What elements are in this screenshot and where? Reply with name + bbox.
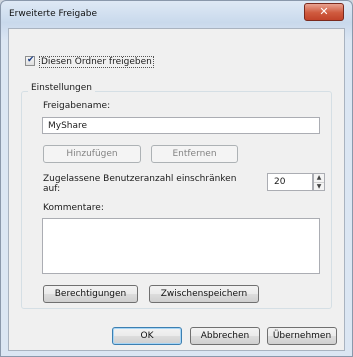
cancel-button[interactable]: Abbrechen — [190, 327, 260, 345]
share-name-label: Freigabename: — [43, 101, 111, 111]
dialog-window: Erweiterte Freigabe ✕ ✔ Diesen Ordner fr… — [0, 0, 353, 357]
spin-up-icon[interactable]: ▲ — [314, 174, 324, 183]
share-name-value: MyShare — [48, 121, 88, 131]
remove-button[interactable]: Entfernen — [151, 145, 238, 163]
share-name-input[interactable]: MyShare — [42, 117, 320, 134]
ok-button[interactable]: OK — [112, 327, 182, 345]
title-bar: Erweiterte Freigabe ✕ — [1, 1, 352, 27]
user-limit-spinner[interactable]: ▲ ▼ — [313, 173, 325, 191]
share-folder-checkbox[interactable]: ✔ — [25, 55, 35, 66]
user-limit-input[interactable]: 20 — [267, 173, 313, 191]
checkmark-icon: ✔ — [27, 55, 35, 65]
user-limit-label-cont: auf: — [43, 184, 61, 194]
spin-down-icon[interactable]: ▼ — [314, 183, 324, 191]
close-icon: ✕ — [319, 5, 329, 18]
user-limit-label: Zugelassene Benutzeranzahl einschränken — [43, 174, 237, 184]
add-button[interactable]: Hinzufügen — [43, 145, 141, 163]
comments-textarea[interactable] — [42, 218, 320, 274]
close-button[interactable]: ✕ — [304, 3, 344, 21]
apply-button[interactable]: Übernehmen — [267, 327, 337, 345]
user-limit-value: 20 — [274, 177, 286, 187]
comments-label: Kommentare: — [43, 203, 104, 213]
dialog-title: Erweiterte Freigabe — [9, 9, 98, 19]
permissions-button[interactable]: Berechtigungen — [43, 285, 138, 303]
share-folder-label[interactable]: Diesen Ordner freigeben — [39, 56, 154, 68]
caching-button[interactable]: Zwischenspeichern — [149, 285, 259, 303]
settings-group-label: Einstellungen — [28, 83, 96, 93]
